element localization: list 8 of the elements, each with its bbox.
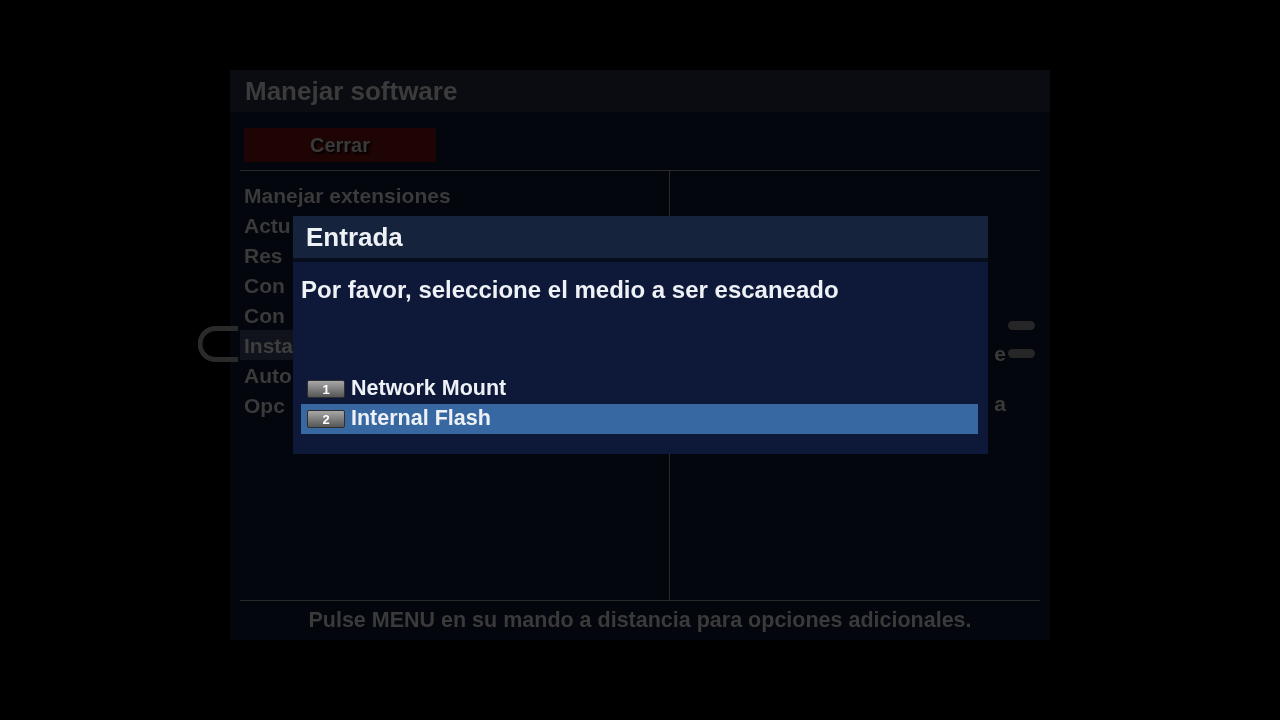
logo-graphic	[198, 326, 238, 362]
list-item[interactable]: 1 Network Mount	[301, 374, 978, 404]
list-item[interactable]: 2 Internal Flash	[301, 404, 978, 434]
logo-graphic	[1008, 321, 1035, 358]
dialog-message: Por favor, seleccione el medio a ser escaneado	[301, 276, 839, 304]
dialog-title: Entrada	[306, 224, 403, 250]
number-key: 2	[307, 410, 345, 428]
number-key: 1	[307, 380, 345, 398]
